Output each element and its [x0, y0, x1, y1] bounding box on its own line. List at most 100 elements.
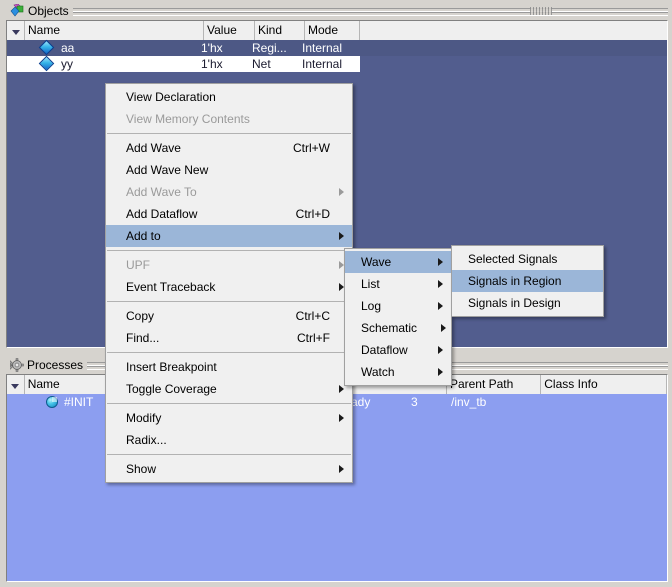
menu-item-label: View Memory Contents — [126, 112, 250, 126]
submenu-item-list[interactable]: List — [345, 273, 451, 295]
menu-item-toggle-coverage[interactable]: Toggle Coverage — [106, 378, 352, 400]
table-row[interactable]: yy 1'hx Net Internal — [7, 55, 360, 72]
processes-cell-state: ady — [351, 395, 371, 409]
processes-filter-button[interactable] — [7, 375, 25, 394]
objects-col-kind[interactable]: Kind — [255, 21, 305, 40]
menu-separator — [107, 352, 351, 353]
menu-item-add-to[interactable]: Add to — [106, 225, 352, 247]
objects-col-mode[interactable]: Mode — [305, 21, 360, 40]
menu-item-accelerator: Ctrl+W — [293, 141, 330, 155]
submenu-arrow-icon — [438, 258, 443, 266]
submenu-arrow-icon — [339, 465, 344, 473]
objects-cell-value: 1'hx — [201, 41, 223, 55]
menu-item-add-dataflow[interactable]: Add Dataflow Ctrl+D — [106, 203, 352, 225]
menu-item-label: Add Wave To — [126, 185, 197, 199]
submenu-arrow-icon — [339, 188, 344, 196]
menu-item-label: Wave — [361, 255, 392, 269]
menu-item-label: UPF — [126, 258, 150, 272]
menu-item-accelerator: Ctrl+C — [295, 309, 330, 323]
objects-cell-name: aa — [61, 41, 75, 55]
application-window: Objects Name Value Kind Mode aa 1'hx Reg… — [0, 0, 672, 587]
titlebar-grip[interactable] — [530, 7, 553, 15]
menu-separator — [107, 403, 351, 404]
wave-submenu-item-selected-signals[interactable]: Selected Signals — [452, 248, 603, 270]
submenu-item-watch[interactable]: Watch — [345, 361, 451, 383]
menu-item-label: Schematic — [361, 321, 418, 335]
submenu-arrow-icon — [438, 280, 443, 288]
menu-item-label: Insert Breakpoint — [126, 360, 217, 374]
submenu-item-schematic[interactable]: Schematic — [345, 317, 451, 339]
menu-item-label: Selected Signals — [468, 252, 558, 266]
menu-item-accelerator: Ctrl+D — [295, 207, 330, 221]
menu-item-label: Add to — [126, 229, 161, 243]
objects-col-name[interactable]: Name — [25, 21, 204, 40]
menu-item-label: Signals in Region — [468, 274, 562, 288]
menu-item-modify[interactable]: Modify — [106, 407, 352, 429]
objects-cell-value: 1'hx — [201, 57, 223, 71]
filter-icon — [11, 383, 20, 389]
menu-item-find[interactable]: Find... Ctrl+F — [106, 327, 352, 349]
objects-cell-kind: Net — [252, 57, 271, 71]
menu-item-label: Watch — [361, 365, 395, 379]
menu-item-label: Add Wave — [126, 141, 181, 155]
submenu-arrow-icon — [438, 302, 443, 310]
menu-item-view-memory-contents: View Memory Contents — [106, 108, 352, 130]
menu-item-insert-breakpoint[interactable]: Insert Breakpoint — [106, 356, 352, 378]
menu-item-accelerator: Ctrl+F — [297, 331, 330, 345]
menu-item-label: Event Traceback — [126, 280, 216, 294]
menu-item-label: Add Wave New — [126, 163, 209, 177]
objects-cell-name: yy — [61, 57, 73, 71]
gear-icon — [8, 358, 24, 372]
signal-diamond-icon — [38, 55, 55, 72]
context-menu[interactable]: View Declaration View Memory Contents Ad… — [105, 83, 353, 483]
wave-submenu-item-signals-in-design[interactable]: Signals in Design — [452, 292, 603, 314]
submenu-item-wave[interactable]: Wave — [345, 251, 451, 273]
menu-item-label: Add Dataflow — [126, 207, 198, 221]
wave-submenu[interactable]: Selected Signals Signals in Region Signa… — [451, 245, 604, 317]
menu-item-add-wave[interactable]: Add Wave Ctrl+W — [106, 137, 352, 159]
table-row[interactable]: aa 1'hx Regi... Internal — [7, 39, 667, 56]
menu-separator — [107, 454, 351, 455]
submenu-arrow-icon — [438, 368, 443, 376]
add-to-submenu[interactable]: Wave List Log Schematic Dataflow Watch — [344, 248, 452, 386]
menu-item-add-wave-new[interactable]: Add Wave New — [106, 159, 352, 181]
menu-item-label: Signals in Design — [468, 296, 561, 310]
menu-separator — [107, 301, 351, 302]
wave-submenu-item-signals-in-region[interactable]: Signals in Region — [452, 270, 603, 292]
objects-col-value[interactable]: Value — [204, 21, 255, 40]
menu-item-event-traceback[interactable]: Event Traceback — [106, 276, 352, 298]
menu-item-label: Dataflow — [361, 343, 408, 357]
submenu-item-log[interactable]: Log — [345, 295, 451, 317]
process-icon — [46, 396, 58, 408]
menu-item-show[interactable]: Show — [106, 458, 352, 480]
submenu-arrow-icon — [438, 346, 443, 354]
menu-item-label: List — [361, 277, 380, 291]
processes-col-class-info[interactable]: Class Info — [541, 375, 667, 394]
menu-item-view-declaration[interactable]: View Declaration — [106, 86, 352, 108]
menu-separator — [107, 250, 351, 251]
objects-column-header: Name Value Kind Mode — [7, 21, 667, 40]
submenu-item-dataflow[interactable]: Dataflow — [345, 339, 451, 361]
menu-item-label: Show — [126, 462, 157, 476]
menu-item-add-wave-to: Add Wave To — [106, 181, 352, 203]
menu-item-label: Copy — [126, 309, 155, 323]
processes-cell-num: 3 — [411, 395, 418, 409]
menu-item-copy[interactable]: Copy Ctrl+C — [106, 305, 352, 327]
submenu-arrow-icon — [339, 232, 344, 240]
processes-col-parent-path[interactable]: Parent Path — [446, 375, 542, 394]
menu-item-radix[interactable]: Radix... — [106, 429, 352, 451]
objects-title: Objects — [28, 4, 69, 18]
filter-icon — [11, 29, 20, 35]
processes-cell-parent-path: /inv_tb — [451, 395, 487, 409]
submenu-arrow-icon — [339, 385, 344, 393]
objects-filter-button[interactable] — [7, 21, 25, 40]
submenu-arrow-icon — [441, 324, 446, 332]
submenu-arrow-icon — [339, 414, 344, 422]
objects-col-spacer — [360, 21, 667, 40]
objects-icon — [10, 3, 25, 18]
menu-item-label: Radix... — [126, 433, 167, 447]
menu-item-label: Toggle Coverage — [126, 382, 217, 396]
menu-separator — [107, 133, 351, 134]
menu-item-label: Find... — [126, 331, 160, 345]
processes-cell-name: #INIT — [64, 395, 94, 409]
